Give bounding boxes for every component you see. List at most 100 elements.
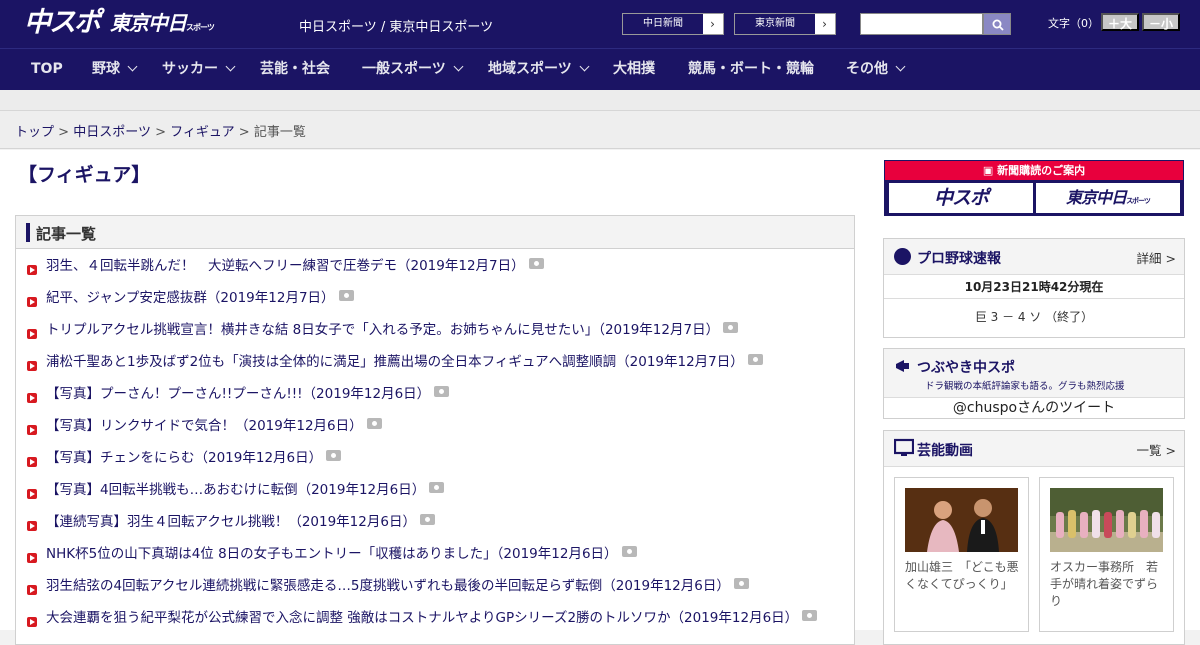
nav-item-entertainment[interactable]: 芸能・社会 — [260, 49, 330, 90]
article-link[interactable]: 【写真】4回転半挑戦も…あおむけに転倒（2019年12月6日） — [46, 482, 425, 498]
baseball-icon — [894, 248, 911, 265]
red-arrow-icon — [27, 617, 37, 627]
spacer-band — [0, 90, 1200, 111]
chunichi-shimbun-button[interactable]: 中日新聞 › — [622, 13, 724, 35]
video-panel-title: 芸能動画 — [917, 443, 973, 459]
header-bar: 中スポ 東京中日スポーツ 中日スポーツ / 東京中日スポーツ 中日新聞 › 東京… — [0, 0, 1200, 48]
monitor-icon — [894, 438, 914, 456]
chevron-down-icon — [579, 61, 590, 72]
nav-item-top[interactable]: TOP — [31, 49, 63, 90]
nav-label: 地域スポーツ — [488, 61, 572, 77]
chevron-down-icon — [225, 61, 236, 72]
red-arrow-icon — [27, 265, 37, 275]
nav-item-sumo[interactable]: 大相撲 — [613, 49, 655, 90]
tokyo-shimbun-button[interactable]: 東京新聞 › — [734, 13, 836, 35]
camera-icon — [366, 418, 382, 429]
nav-label: 競馬・ボート・競輪 — [688, 61, 814, 77]
nav-item-racing[interactable]: 競馬・ボート・競輪 — [688, 49, 814, 90]
subscription-title-text: 新聞購読のご案内 — [997, 164, 1086, 177]
tokyo-shimbun-label: 東京新聞 — [735, 14, 815, 34]
chevron-down-icon — [453, 61, 464, 72]
tokyo-chunichi-sports-logo[interactable]: 東京中日スポーツ — [110, 8, 215, 40]
chevron-right-icon: › — [822, 17, 827, 31]
camera-icon — [528, 258, 544, 269]
twitter-timeline-link[interactable]: @chuspoさんのツイート — [884, 398, 1184, 419]
font-smaller-button[interactable]: －小 — [1142, 13, 1180, 31]
red-arrow-icon — [27, 521, 37, 531]
baseball-score-panel: プロ野球速報 詳細 > 10月23日21時42分現在 巨 3 － 4 ソ （終了… — [883, 238, 1185, 338]
article-list-section: 記事一覧 羽生、４回転半跳んだ！ 大逆転へフリー練習で圧巻デモ（2019年12月… — [15, 215, 855, 645]
camera-icon — [419, 514, 435, 525]
list-item[interactable]: NHK杯5位の山下真瑚は4位 8日の女子もエントリー「収穫はありました」（201… — [16, 538, 854, 570]
search-input[interactable] — [860, 13, 983, 35]
baseball-panel-header: プロ野球速報 詳細 > — [884, 239, 1184, 275]
list-item[interactable]: トリプルアクセル挑戦宣言！横井きな結 8日女子で「入れる予定。お姉ちゃんに見せた… — [16, 314, 854, 346]
video-card[interactable]: オスカー事務所 若手が晴れ着姿でずらり — [1039, 477, 1174, 632]
list-item[interactable]: 【写真】プーさん！プーさん!!プーさん!!!（2019年12月6日） — [16, 378, 854, 410]
article-link[interactable]: 紀平、ジャンプ安定感抜群（2019年12月7日） — [46, 290, 335, 306]
article-link[interactable]: 【連続写真】羽生４回転アクセル挑戦！（2019年12月6日） — [46, 514, 416, 530]
subscription-banner[interactable]: ▣ 新聞購読のご案内 中スポ 東京中日スポーツ — [884, 160, 1184, 216]
article-link[interactable]: 【写真】リンクサイドで気合！（2019年12月6日） — [46, 418, 363, 434]
nav-label: 野球 — [92, 61, 120, 77]
camera-icon — [802, 610, 818, 621]
breadcrumb-figure[interactable]: フィギュア — [170, 125, 234, 140]
breadcrumb-current: 記事一覧 — [253, 125, 306, 140]
breadcrumb-bar: トップ > 中日スポーツ > フィギュア > 記事一覧 — [0, 111, 1200, 149]
baseball-details-link[interactable]: 詳細 > — [1137, 248, 1176, 267]
camera-icon — [723, 322, 739, 333]
list-item[interactable]: 【写真】リンクサイドで気合！（2019年12月6日） — [16, 410, 854, 442]
list-item[interactable]: 【連続写真】羽生４回転アクセル挑戦！（2019年12月6日） — [16, 506, 854, 538]
article-list: 羽生、４回転半跳んだ！ 大逆転へフリー練習で圧巻デモ（2019年12月7日） 紀平… — [16, 250, 854, 634]
list-item[interactable]: 羽生結弦の4回転アクセル連続挑戦に緊張感走る…5度挑戦いずれも最後の半回転足らず… — [16, 570, 854, 602]
list-item[interactable]: 【写真】チェンをにらむ（2019年12月6日） — [16, 442, 854, 474]
video-thumbnail — [905, 488, 1018, 552]
list-item[interactable]: 大会連覇を狙う紀平梨花が公式練習で入念に調整 強敵はコストナルヤよりGPシリーズ… — [16, 602, 854, 634]
list-item[interactable]: 浦松千聖あと1歩及ばず2位も「演技は全体的に満足」推薦出場の全日本フィギュアへ調… — [16, 346, 854, 378]
newspaper-icon: ▣ — [982, 164, 998, 177]
site-names: 中日スポーツ / 東京中日スポーツ — [299, 20, 494, 35]
video-caption: 加山雄三 「どこも悪くなくてぴっくり」 — [905, 560, 1019, 591]
tokyo-logo-text: 東京中日 — [110, 11, 187, 35]
nav-label: サッカー — [162, 61, 218, 77]
subscription-chuspo-logo: 中スポ — [889, 183, 1033, 213]
breadcrumb-separator: > — [238, 125, 250, 140]
article-link[interactable]: 羽生結弦の4回転アクセル連続挑戦に緊張感走る…5度挑戦いずれも最後の半回転足らず… — [46, 578, 730, 594]
article-link[interactable]: 浦松千聖あと1歩及ばず2位も「演技は全体的に満足」推薦出場の全日本フィギュアへ調… — [46, 354, 744, 370]
nav-item-others[interactable]: その他 — [846, 49, 906, 90]
nav-item-local-sports[interactable]: 地域スポーツ — [488, 49, 590, 90]
camera-icon — [434, 386, 450, 397]
camera-icon — [429, 482, 445, 493]
nav-label: 一般スポーツ — [362, 61, 446, 77]
baseball-score-row[interactable]: 巨 3 － 4 ソ （終了） — [884, 299, 1184, 336]
font-bigger-button[interactable]: ＋大 — [1101, 13, 1139, 31]
baseball-panel-title: プロ野球速報 — [917, 251, 1001, 267]
breadcrumb: トップ > 中日スポーツ > フィギュア > 記事一覧 — [15, 121, 306, 140]
list-item[interactable]: 羽生、４回転半跳んだ！ 大逆転へフリー練習で圧巻デモ（2019年12月7日） — [16, 250, 854, 282]
article-link[interactable]: 大会連覇を狙う紀平梨花が公式練習で入念に調整 強敵はコストナルヤよりGPシリーズ… — [46, 610, 798, 626]
nav-item-baseball[interactable]: 野球 — [92, 49, 138, 90]
breadcrumb-top[interactable]: トップ — [15, 125, 54, 140]
article-link[interactable]: 【写真】プーさん！プーさん!!プーさん!!!（2019年12月6日） — [46, 386, 430, 402]
breadcrumb-chunichi-sports[interactable]: 中日スポーツ — [73, 125, 151, 140]
article-link[interactable]: 【写真】チェンをにらむ（2019年12月6日） — [46, 450, 322, 466]
nav-item-general-sports[interactable]: 一般スポーツ — [362, 49, 464, 90]
nav-item-soccer[interactable]: サッカー — [162, 49, 236, 90]
article-link[interactable]: トリプルアクセル挑戦宣言！横井きな結 8日女子で「入れる予定。お姉ちゃんに見せた… — [46, 322, 719, 338]
list-item[interactable]: 【写真】4回転半挑戦も…あおむけに転倒（2019年12月6日） — [16, 474, 854, 506]
list-item[interactable]: 紀平、ジャンプ安定感抜群（2019年12月7日） — [16, 282, 854, 314]
chevron-right-icon: › — [710, 17, 715, 31]
camera-icon — [338, 290, 354, 301]
chuspo-logo[interactable]: 中スポ — [24, 8, 101, 40]
article-link[interactable]: 羽生、４回転半跳んだ！ 大逆転へフリー練習で圧巻デモ（2019年12月7日） — [46, 258, 525, 274]
tweets-panel: つぶやき中スポ ドラ観戦の本紙評論家も語る。グラも熱烈応援 @chuspoさんの… — [883, 348, 1185, 419]
subscription-tokyo-text: 東京中日 — [1066, 188, 1127, 207]
video-panel-header: 芸能動画 一覧 > — [884, 431, 1184, 467]
search-icon — [992, 19, 1004, 31]
baseball-timestamp: 10月23日21時42分現在 — [884, 275, 1184, 299]
article-link[interactable]: NHK杯5位の山下真瑚は4位 8日の女子もエントリー「収穫はありました」（201… — [46, 546, 618, 562]
font-size-label: 文字（0） — [1048, 17, 1099, 30]
video-card[interactable]: 加山雄三 「どこも悪くなくてぴっくり」 — [894, 477, 1029, 632]
video-list-link[interactable]: 一覧 > — [1137, 440, 1176, 459]
search-button[interactable] — [983, 13, 1011, 35]
